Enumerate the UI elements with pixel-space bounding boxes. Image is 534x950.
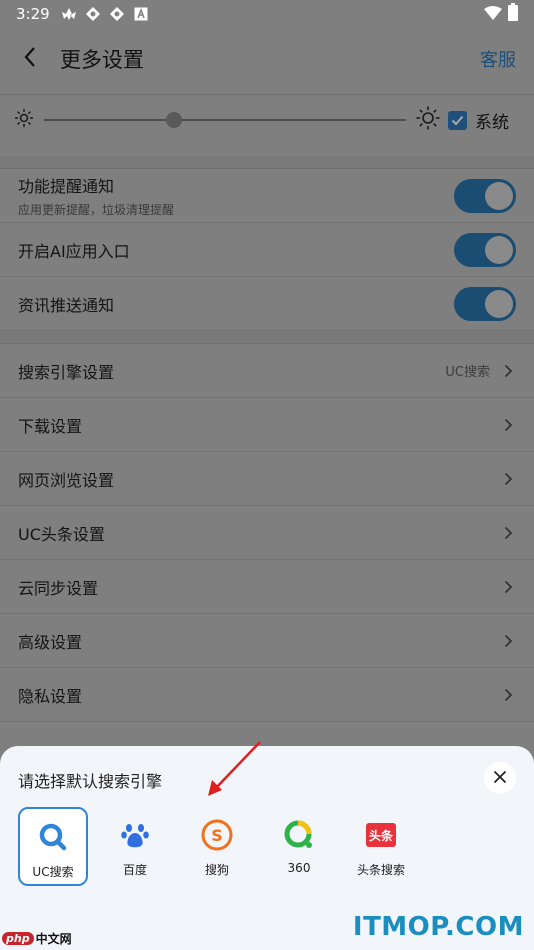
php-badge: php — [2, 932, 34, 945]
sun-small-icon — [14, 108, 34, 132]
chevron-right-icon — [500, 633, 516, 649]
toutiao-icon: 头条 — [365, 819, 397, 851]
engine-name: 百度 — [122, 863, 147, 877]
settings-item-uc-headlines[interactable]: UC头条设置 — [0, 506, 534, 560]
chevron-right-icon — [500, 363, 516, 379]
annotation-arrow — [208, 741, 261, 796]
section-gap — [0, 156, 534, 168]
engine-list: UC搜索 百度 S 搜狗 360 头条 头条搜索 — [18, 807, 428, 886]
engine-name: 搜狗 — [204, 863, 229, 877]
engine-option-sogou[interactable]: S 搜狗 — [182, 807, 252, 886]
sun-large-icon — [416, 106, 440, 134]
settings-item-label: 高级设置 — [18, 632, 83, 652]
settings-item-value: UC搜索 — [445, 365, 490, 380]
slider-thumb[interactable] — [166, 112, 183, 128]
engine-name: 360 — [287, 861, 311, 875]
news-push-switch[interactable] — [454, 286, 516, 321]
settings-item-label: 云同步设置 — [18, 578, 99, 598]
wifi-icon — [484, 5, 502, 24]
settings-item-cloud-sync[interactable]: 云同步设置 — [0, 560, 534, 614]
ai-entry-switch[interactable] — [454, 232, 516, 267]
status-bar: 3:29 — [0, 0, 534, 28]
settings-item-label: 网页浏览设置 — [18, 470, 115, 490]
toggle-row-ai-entry[interactable]: 开启AI应用入口 — [0, 223, 534, 277]
settings-item-download[interactable]: 下载设置 — [0, 398, 534, 452]
sheet-close-button[interactable] — [484, 762, 516, 794]
customer-service-link[interactable]: 客服 — [480, 46, 516, 72]
chevron-right-icon — [500, 417, 516, 433]
engine-option-baidu[interactable]: 百度 — [100, 807, 170, 886]
toggle-row-feature-notify[interactable]: 功能提醒通知 应用更新提醒，垃圾清理提醒 — [0, 169, 534, 223]
settings-item-label: UC头条设置 — [18, 524, 105, 544]
checkmark-icon — [451, 111, 464, 130]
php-cn-text: 中文网 — [35, 932, 72, 946]
chevron-right-icon — [500, 579, 516, 595]
uc-search-icon — [37, 821, 69, 853]
php-watermark: php 中文网 — [2, 930, 72, 947]
chevron-left-icon — [23, 46, 37, 72]
sheet-title: 请选择默认搜索引擎 — [18, 772, 163, 791]
huawei-logo-icon — [60, 5, 78, 23]
slider-track — [44, 119, 406, 121]
status-time: 3:29 — [16, 5, 50, 23]
feature-notify-switch[interactable] — [454, 178, 516, 213]
app-header: 更多设置 客服 — [0, 28, 534, 90]
toggle-row-news-push[interactable]: 资讯推送通知 — [0, 277, 534, 331]
engine-option-uc[interactable]: UC搜索 — [18, 807, 88, 886]
toggle-label: 资讯推送通知 — [18, 295, 115, 315]
itmop-watermark: ITMOP.COM — [352, 912, 524, 942]
settings-item-label: 下载设置 — [18, 416, 83, 436]
toggle-label: 开启AI应用入口 — [18, 241, 130, 261]
battery-icon — [508, 3, 518, 25]
chevron-right-icon — [500, 687, 516, 703]
settings-item-label: 隐私设置 — [18, 686, 83, 706]
engine-name: UC搜索 — [32, 865, 74, 879]
baidu-paw-icon — [119, 819, 151, 851]
switch-knob — [485, 289, 513, 318]
status-right — [484, 3, 518, 25]
pinwheel-icon — [84, 5, 102, 23]
toggle-label: 功能提醒通知 — [18, 177, 115, 196]
brightness-control: 系统 — [0, 94, 534, 146]
a-box-icon — [132, 5, 150, 23]
toggle-sublabel: 应用更新提醒，垃圾清理提醒 — [18, 203, 175, 217]
settings-item-browsing[interactable]: 网页浏览设置 — [0, 452, 534, 506]
engine-option-toutiao[interactable]: 头条 头条搜索 — [346, 807, 416, 886]
engine-name: 头条搜索 — [356, 863, 405, 877]
settings-item-privacy[interactable]: 隐私设置 — [0, 668, 534, 722]
360-icon — [283, 819, 315, 851]
svg-text:S: S — [211, 826, 223, 845]
back-button[interactable] — [0, 28, 60, 90]
switch-knob — [485, 235, 513, 264]
brightness-slider[interactable] — [44, 110, 406, 130]
page-title: 更多设置 — [60, 48, 144, 72]
chevron-right-icon — [500, 471, 516, 487]
chevron-right-icon — [500, 525, 516, 541]
close-icon — [493, 769, 507, 788]
switch-knob — [485, 181, 513, 210]
system-brightness-checkbox[interactable] — [448, 110, 467, 130]
settings-item-label: 搜索引擎设置 — [18, 362, 115, 382]
sogou-icon: S — [201, 819, 233, 851]
engine-option-360[interactable]: 360 — [264, 807, 334, 886]
section-gap — [0, 331, 534, 343]
system-label: 系统 — [475, 112, 509, 133]
pinwheel-icon — [108, 5, 126, 23]
settings-item-search-engine[interactable]: 搜索引擎设置 UC搜索 — [0, 344, 534, 398]
svg-text:头条: 头条 — [369, 828, 394, 843]
settings-item-advanced[interactable]: 高级设置 — [0, 614, 534, 668]
